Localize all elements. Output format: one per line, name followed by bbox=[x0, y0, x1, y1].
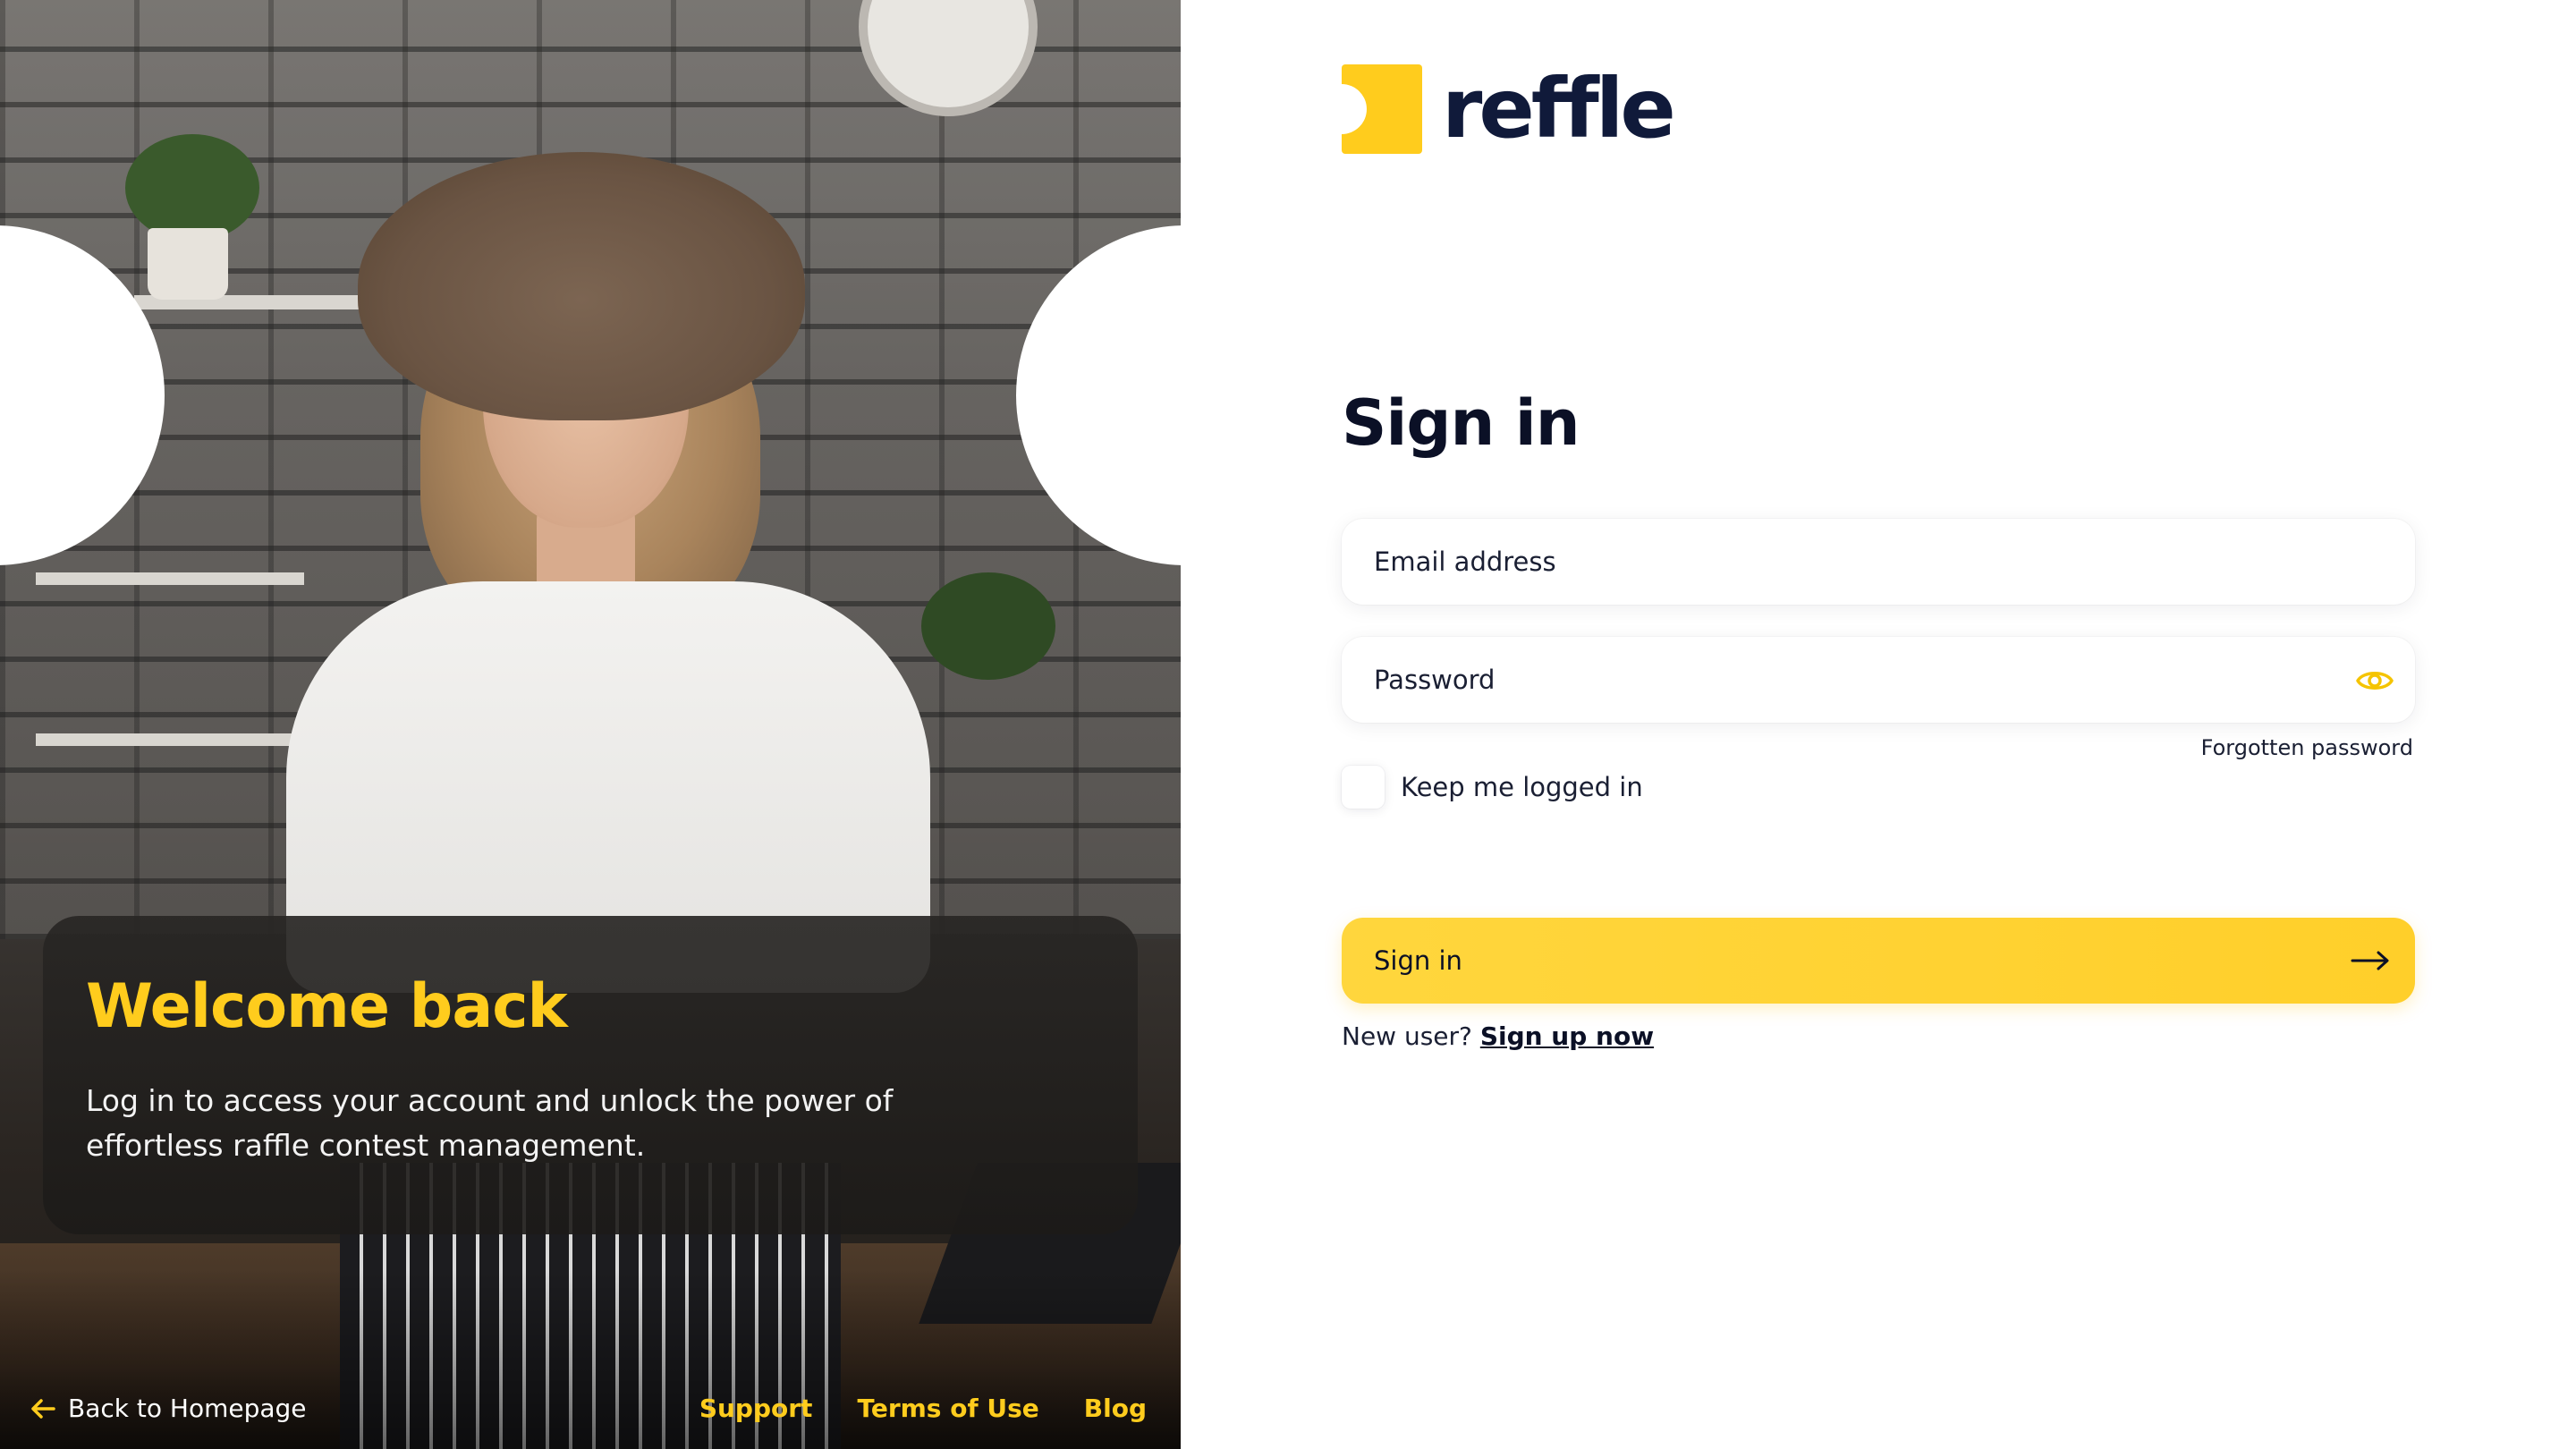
new-user-text: New user? bbox=[1342, 1021, 1472, 1051]
email-field[interactable] bbox=[1342, 519, 2415, 605]
email-field-wrapper bbox=[1342, 519, 2415, 605]
logo-mark-icon bbox=[1342, 64, 1422, 154]
back-to-homepage-link[interactable]: Back to Homepage bbox=[29, 1394, 307, 1423]
signup-row: New user? Sign up now bbox=[1342, 1021, 1654, 1051]
blog-link[interactable]: Blog bbox=[1084, 1394, 1147, 1423]
password-field[interactable] bbox=[1342, 637, 2415, 723]
terms-of-use-link[interactable]: Terms of Use bbox=[857, 1394, 1038, 1423]
sign-in-button[interactable]: Sign in bbox=[1342, 918, 2415, 1004]
logo-wordmark: reffle bbox=[1442, 61, 1676, 157]
sign-in-button-label: Sign in bbox=[1374, 945, 1462, 976]
sign-up-now-link[interactable]: Sign up now bbox=[1480, 1021, 1654, 1051]
plant bbox=[921, 572, 1055, 680]
person-hat bbox=[358, 152, 805, 420]
arrow-left-icon bbox=[31, 1398, 55, 1419]
plant-pot bbox=[148, 228, 228, 300]
keep-logged-in-label[interactable]: Keep me logged in bbox=[1401, 772, 1643, 802]
keep-logged-in-row: Keep me logged in bbox=[1342, 766, 1643, 809]
welcome-text: Log in to access your account and unlock… bbox=[86, 1083, 894, 1163]
back-link-label: Back to Homepage bbox=[68, 1394, 307, 1423]
password-field-wrapper bbox=[1342, 637, 2415, 723]
support-link[interactable]: Support bbox=[699, 1394, 813, 1423]
welcome-card: Welcome back Log in to access your accou… bbox=[43, 916, 1138, 1234]
hero-panel: Welcome back Log in to access your accou… bbox=[0, 0, 1181, 1449]
brand-logo[interactable]: reffle bbox=[1342, 61, 1676, 157]
keep-logged-in-checkbox[interactable] bbox=[1342, 766, 1385, 809]
hero-footer: Back to Homepage Support Terms of Use Bl… bbox=[0, 1385, 1181, 1442]
shelf bbox=[36, 733, 304, 746]
page-title: Sign in bbox=[1342, 386, 1580, 460]
plant bbox=[125, 134, 259, 242]
eye-icon[interactable] bbox=[2354, 660, 2395, 701]
arrow-right-icon bbox=[2351, 951, 2389, 970]
footer-links: Support Terms of Use Blog bbox=[699, 1394, 1147, 1423]
shelf bbox=[36, 572, 304, 585]
welcome-title: Welcome back bbox=[86, 971, 568, 1042]
forgotten-password-link[interactable]: Forgotten password bbox=[2201, 735, 2413, 760]
